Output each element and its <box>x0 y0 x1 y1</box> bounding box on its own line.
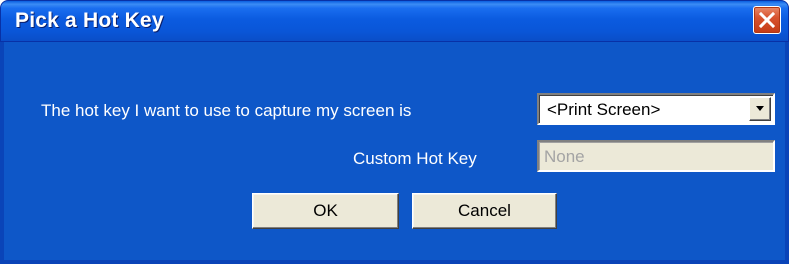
custom-hotkey-label: Custom Hot Key <box>353 149 477 168</box>
hotkey-label: The hot key I want to use to capture my … <box>41 101 412 120</box>
cancel-button[interactable]: Cancel <box>412 193 557 229</box>
dropdown-arrow-button[interactable] <box>749 97 771 121</box>
custom-hotkey-value: None <box>544 147 585 166</box>
hotkey-select-value: <Print Screen> <box>547 100 661 119</box>
hot-key-dialog: Pick a Hot Key The hot key I want to use… <box>0 0 789 264</box>
chevron-down-icon <box>756 106 764 111</box>
dialog-title: Pick a Hot Key <box>15 9 164 32</box>
close-button[interactable] <box>753 6 781 34</box>
hotkey-select[interactable]: <Print Screen> <box>537 93 775 125</box>
ok-button[interactable]: OK <box>252 193 399 229</box>
title-bar[interactable]: Pick a Hot Key <box>0 0 789 42</box>
custom-hotkey-field[interactable]: None <box>537 140 775 172</box>
dialog-body: The hot key I want to use to capture my … <box>0 42 789 264</box>
close-icon <box>759 12 775 28</box>
